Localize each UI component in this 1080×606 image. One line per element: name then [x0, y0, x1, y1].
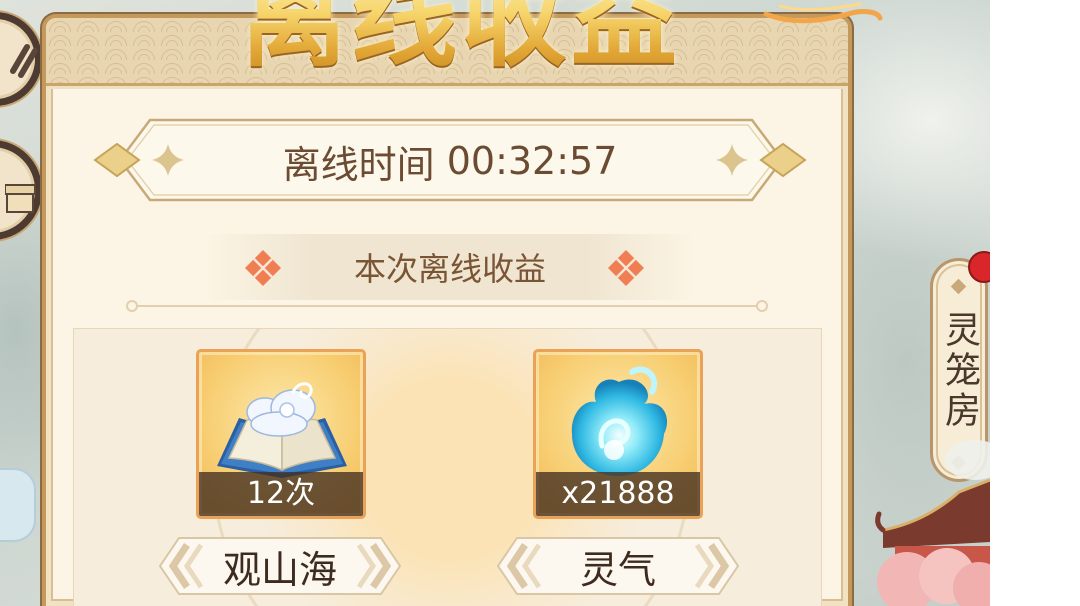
- offline-time-text: 离线时间 00:32:57: [92, 116, 808, 206]
- dialog-title: 离线收益: [56, 0, 852, 80]
- spirit-flame-icon: [571, 366, 668, 476]
- divider-end-dot: [756, 300, 768, 312]
- offline-time-value: 00:32:57: [446, 139, 618, 183]
- reward-name: 观山海: [222, 547, 337, 592]
- reward-card-lingqi[interactable]: x21888: [533, 349, 703, 519]
- title-container: 离线收益: [42, 0, 852, 84]
- reward-card-guanshanhai[interactable]: 12次: [196, 349, 366, 519]
- orange-diamond-icon-left: [245, 250, 281, 286]
- left-gift-button[interactable]: [0, 140, 42, 240]
- orange-diamond-icon-right: [608, 250, 644, 286]
- scroll-lines-icon: [10, 44, 38, 78]
- game-scene: 离线收益 离线时间 00:32:57 本次离线收益 12次 观山海 x21888…: [0, 0, 990, 606]
- reward-count: x21888: [536, 472, 700, 516]
- side-tab-label: 灵笼房: [939, 311, 980, 431]
- tab-diamond-ornament: [950, 278, 967, 295]
- title-swirl-ornament: [763, 2, 883, 24]
- left-menu-button[interactable]: [0, 12, 42, 106]
- reward-count: 12次: [199, 472, 363, 516]
- book-icon: [217, 382, 347, 478]
- reward-name: 灵气: [579, 547, 656, 592]
- section-divider: [134, 305, 758, 307]
- gift-box-icon: [5, 184, 36, 213]
- left-partial-button[interactable]: [0, 468, 36, 542]
- divider-end-dot: [126, 300, 138, 312]
- pavilion-scenery: [875, 440, 990, 606]
- offline-time-label: 离线时间: [282, 142, 435, 187]
